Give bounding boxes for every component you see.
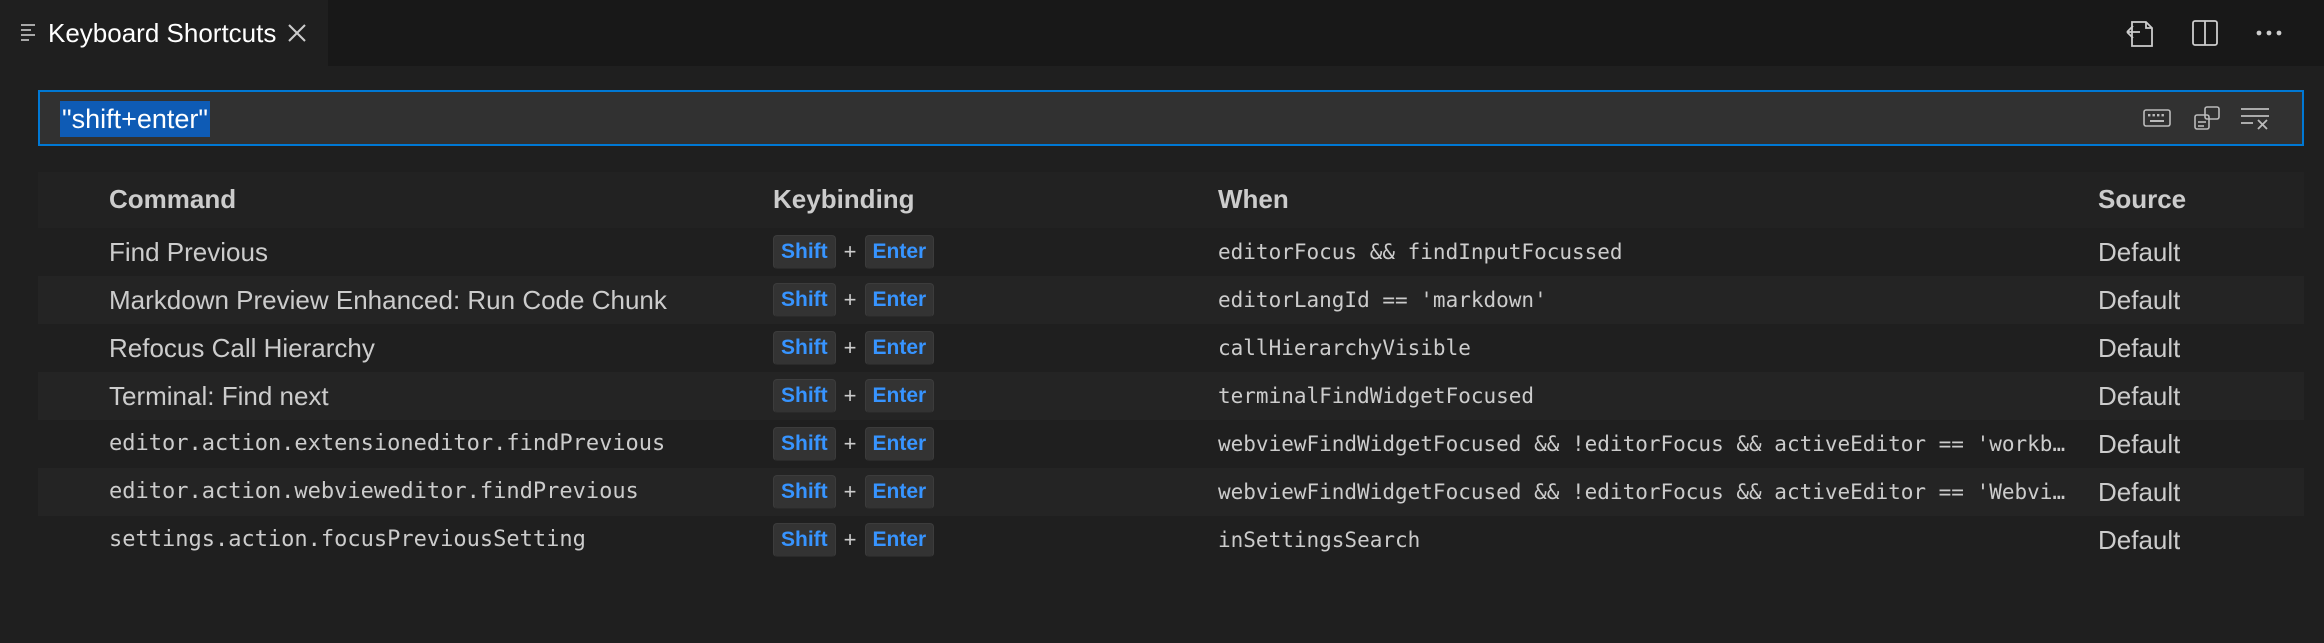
- table-header: Command Keybinding When Source: [38, 172, 2304, 228]
- column-header-when[interactable]: When: [1218, 184, 1289, 215]
- keybinding-cell[interactable]: Shift + Enter: [773, 475, 935, 509]
- source-cell: Default: [2098, 333, 2181, 363]
- keybinding-cell[interactable]: Shift + Enter: [773, 331, 935, 365]
- key-separator: +: [843, 479, 857, 504]
- table-row[interactable]: Markdown Preview Enhanced: Run Code Chun…: [38, 276, 2304, 324]
- command-cell: settings.action.focusPreviousSetting: [109, 527, 586, 552]
- column-header-command[interactable]: Command: [109, 184, 236, 215]
- key-label-enter: Enter: [864, 331, 935, 365]
- column-header-source[interactable]: Source: [2098, 184, 2186, 215]
- when-cell: callHierarchyVisible: [1218, 336, 1471, 360]
- keybinding-cell[interactable]: Shift + Enter: [773, 283, 935, 317]
- tab-title: Keyboard Shortcuts: [48, 18, 277, 48]
- source-cell: Default: [2098, 429, 2181, 459]
- key-label-shift: Shift: [773, 379, 836, 413]
- table-row[interactable]: settings.action.focusPreviousSetting Shif…: [38, 516, 2304, 564]
- split-editor-icon[interactable]: [2188, 16, 2222, 50]
- table-row[interactable]: editor.action.webvieweditor.findPrevious…: [38, 468, 2304, 516]
- close-icon[interactable]: [286, 20, 308, 44]
- key-separator: +: [843, 383, 857, 408]
- source-cell: Default: [2098, 237, 2181, 267]
- table-row[interactable]: Terminal: Find next Shift + Enter terminalFi…: [38, 372, 2304, 420]
- key-separator: +: [843, 335, 857, 360]
- keybinding-cell[interactable]: Shift + Enter: [773, 523, 935, 557]
- command-cell: editor.action.webvieweditor.findPrevious: [109, 479, 639, 504]
- sort-by-precedence-icon[interactable]: [2190, 102, 2224, 134]
- key-label-shift: Shift: [773, 475, 836, 509]
- command-cell: Markdown Preview Enhanced: Run Code Chun…: [109, 285, 667, 315]
- key-separator: +: [843, 431, 857, 456]
- key-separator: +: [843, 239, 857, 264]
- when-cell: editorLangId == 'markdown': [1218, 288, 1547, 312]
- open-keyboard-shortcuts-json-icon[interactable]: [2124, 16, 2158, 50]
- keybinding-cell[interactable]: Shift + Enter: [773, 235, 935, 269]
- when-cell: webviewFindWidgetFocused && !editorFocus…: [1218, 432, 2066, 456]
- table-row[interactable]: editor.action.extensioneditor.findPrevio…: [38, 420, 2304, 468]
- when-cell: webviewFindWidgetFocused && !editorFocus…: [1218, 480, 2066, 504]
- key-label-enter: Enter: [864, 523, 935, 557]
- more-actions-icon[interactable]: [2252, 16, 2286, 50]
- key-label-shift: Shift: [773, 283, 836, 317]
- key-label-shift: Shift: [773, 427, 836, 461]
- table-row[interactable]: Find Previous Shift + Enter editorFocus && f…: [38, 228, 2304, 276]
- when-cell: terminalFindWidgetFocused: [1218, 384, 1535, 408]
- command-cell: Refocus Call Hierarchy: [109, 333, 375, 363]
- table-row[interactable]: Refocus Call Hierarchy Shift + Enter callHie…: [38, 324, 2304, 372]
- key-label-shift: Shift: [773, 331, 836, 365]
- key-label-shift: Shift: [773, 235, 836, 269]
- record-keys-icon[interactable]: [2140, 102, 2174, 134]
- key-label-enter: Enter: [864, 475, 935, 509]
- key-label-shift: Shift: [773, 523, 836, 557]
- keybindings-table: Command Keybinding When Source Find Prev…: [38, 172, 2304, 564]
- source-cell: Default: [2098, 477, 2181, 507]
- tab-bar: Keyboard Shortcuts: [0, 0, 2324, 66]
- command-cell: editor.action.extensioneditor.findPrevio…: [109, 431, 666, 456]
- command-cell: Find Previous: [109, 237, 268, 267]
- key-label-enter: Enter: [864, 427, 935, 461]
- command-cell: Terminal: Find next: [109, 381, 329, 411]
- search-query: "shift+enter": [60, 101, 210, 137]
- keybinding-cell[interactable]: Shift + Enter: [773, 427, 935, 461]
- list-icon: [21, 24, 35, 41]
- when-cell: editorFocus && findInputFocussed: [1218, 240, 1623, 264]
- keybinding-cell[interactable]: Shift + Enter: [773, 379, 935, 413]
- key-separator: +: [843, 527, 857, 552]
- source-cell: Default: [2098, 285, 2181, 315]
- table-body: Find Previous Shift + Enter editorFocus && f…: [38, 228, 2304, 564]
- clear-search-icon[interactable]: [2238, 102, 2272, 134]
- tab-keyboard-shortcuts[interactable]: Keyboard Shortcuts: [0, 0, 328, 66]
- source-cell: Default: [2098, 525, 2181, 555]
- keybindings-search-input[interactable]: "shift+enter": [38, 90, 2304, 146]
- key-label-enter: Enter: [864, 235, 935, 269]
- column-header-keybinding[interactable]: Keybinding: [773, 184, 915, 215]
- key-separator: +: [843, 287, 857, 312]
- source-cell: Default: [2098, 381, 2181, 411]
- when-cell: inSettingsSearch: [1218, 528, 1421, 552]
- key-label-enter: Enter: [864, 379, 935, 413]
- key-label-enter: Enter: [864, 283, 935, 317]
